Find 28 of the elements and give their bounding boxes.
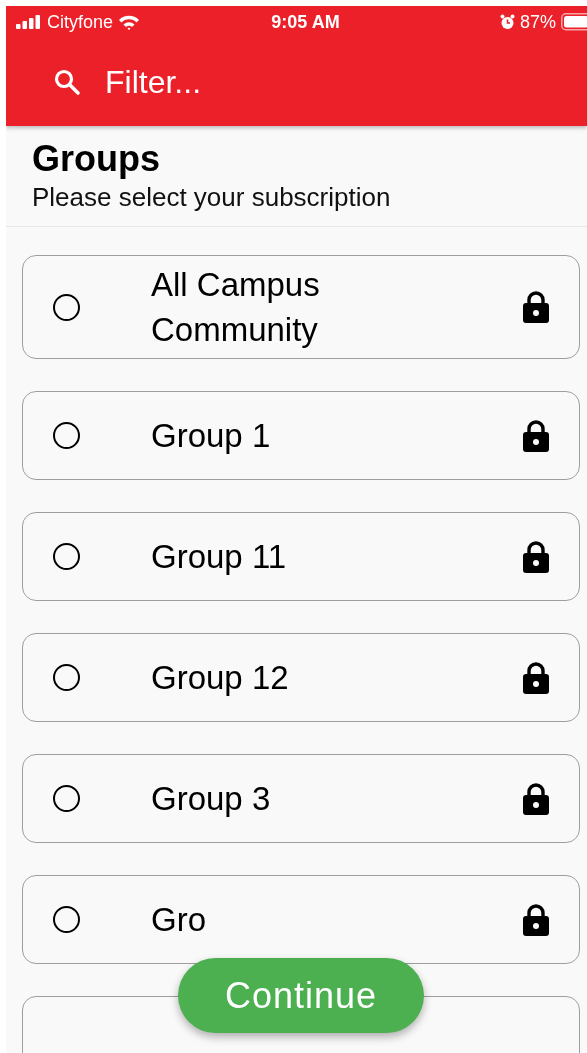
- battery-icon: [561, 13, 587, 31]
- group-name: All Campus Community: [151, 265, 321, 350]
- group-option[interactable]: Group 11: [22, 512, 580, 601]
- group-name: Group 11: [151, 537, 288, 577]
- radio-button[interactable]: [53, 543, 80, 570]
- group-name: Group 1: [151, 416, 272, 456]
- group-option[interactable]: Group 1: [22, 391, 580, 480]
- group-option[interactable]: Group 12: [22, 633, 580, 722]
- alarm-clock-icon: [499, 14, 515, 30]
- group-name: Gro: [151, 900, 207, 940]
- battery-percent: 87%: [519, 11, 556, 33]
- carrier-name: Cityfone: [47, 11, 114, 33]
- filter-field[interactable]: Filter...: [105, 63, 505, 101]
- radio-button[interactable]: [53, 906, 80, 933]
- radio-button[interactable]: [53, 293, 80, 321]
- radio-button[interactable]: [53, 422, 80, 449]
- status-time: 9:05 AM: [271, 11, 340, 33]
- group-name: Group 3: [151, 779, 272, 819]
- page-subtitle: Please select your subscription: [32, 181, 392, 214]
- page-title: Groups: [32, 138, 161, 180]
- signal-icon: [16, 15, 42, 29]
- group-option[interactable]: Group 3: [22, 754, 580, 843]
- radio-button[interactable]: [53, 785, 80, 812]
- radio-button[interactable]: [53, 664, 80, 691]
- search-icon: [53, 68, 81, 96]
- group-name: Group 12: [151, 658, 290, 698]
- group-option[interactable]: All Campus Community: [22, 255, 580, 359]
- wifi-icon: [118, 14, 141, 30]
